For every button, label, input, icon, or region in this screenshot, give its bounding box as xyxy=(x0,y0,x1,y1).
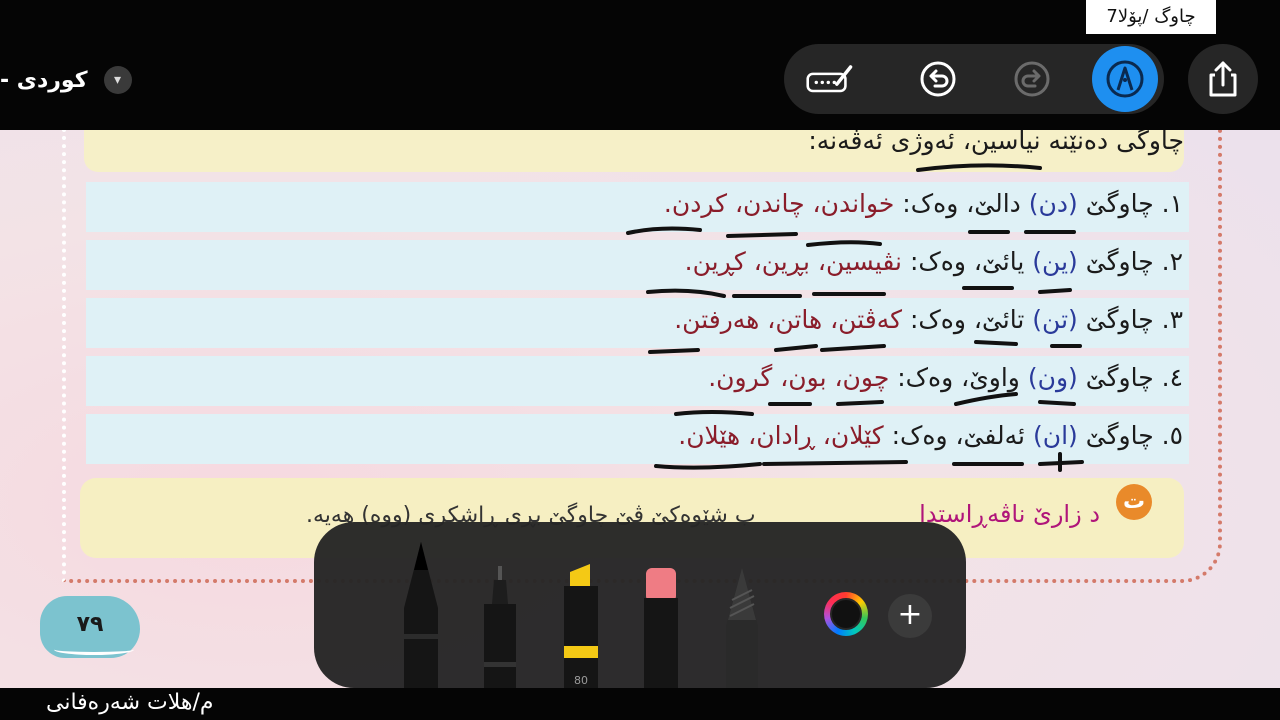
markup-button[interactable] xyxy=(806,55,854,103)
rule-prefix: چاوگێ xyxy=(1085,305,1154,334)
color-picker-button[interactable] xyxy=(824,592,868,636)
rule-suffix-open: ( xyxy=(1068,305,1078,334)
markup-icon xyxy=(806,65,853,93)
rule-suffix: تن xyxy=(1042,305,1069,334)
rule-suffix: ان xyxy=(1042,421,1069,450)
rule-examples: چون، بون، گرون. xyxy=(708,363,890,392)
rule-number: ٥. xyxy=(1161,421,1183,450)
pen-tool[interactable] xyxy=(398,538,444,688)
note-title: د زارێ ناڤەڕاستدا xyxy=(919,500,1100,528)
rule-row-2: ٢. چاوگێ (ین) یائێ، وەک: نڤیسین، بڕین، ک… xyxy=(86,240,1189,290)
author-caption: م/هلات شەرەفانی xyxy=(46,690,214,715)
rule-letter: یائێ، وەک: xyxy=(909,247,1025,276)
share-icon xyxy=(1209,61,1237,97)
rule-suffix: ون xyxy=(1037,363,1069,392)
fineliner-tool[interactable] xyxy=(480,566,520,688)
rule-suffix-close: ) xyxy=(1028,189,1039,218)
rule-letter: دالێ، وەک: xyxy=(902,189,1021,218)
add-tool-button[interactable]: + xyxy=(888,594,932,638)
rule-row-4: ٤. چاوگێ (ون) واوێ، وەک: چون، بون، گرون. xyxy=(86,356,1189,406)
rule-row-3: ٣. چاوگێ (تن) تائێ، وەک: کەڤتن، هاتن، هە… xyxy=(86,298,1189,348)
eraser-tool[interactable] xyxy=(640,568,682,688)
undo-icon xyxy=(920,61,956,97)
rule-suffix: ین xyxy=(1042,247,1069,276)
rule-row-1: ١. چاوگێ (دن) دالێ، وەک: خواندن، چاندن، … xyxy=(86,182,1189,232)
rule-prefix: چاوگێ xyxy=(1085,363,1154,392)
highlighter-tool[interactable]: 80 xyxy=(560,564,602,688)
rule-prefix: چاوگێ xyxy=(1085,189,1154,218)
marker-size-label: 80 xyxy=(574,674,588,687)
rule-examples: خواندن، چاندن، کردن. xyxy=(663,189,895,218)
language-label: کوردی - xyxy=(0,67,88,93)
rule-suffix-close: ) xyxy=(1032,421,1043,450)
pen-active-icon xyxy=(1106,60,1144,98)
rule-prefix: چاوگێ xyxy=(1085,421,1154,450)
rule-examples: کێلان، ڕادان، هێلان. xyxy=(678,421,884,450)
share-button[interactable] xyxy=(1188,44,1258,114)
rule-letter: تائێ، وەک: xyxy=(909,305,1025,334)
language-selector[interactable]: کوردی - ▾ xyxy=(0,60,132,100)
rule-suffix: دن xyxy=(1038,189,1069,218)
rule-row-5: ٥. چاوگێ (ان) ئەلفێ، وەک: کێلان، ڕادان، … xyxy=(86,414,1189,464)
rule-number: ٤. xyxy=(1161,363,1183,392)
rule-suffix-close: ) xyxy=(1027,363,1038,392)
rule-suffix-close: ) xyxy=(1032,247,1043,276)
rule-examples: کەڤتن، هاتن، هەرفتن. xyxy=(674,305,903,334)
rule-number: ٢. xyxy=(1161,247,1183,276)
wave-decoration xyxy=(54,644,134,655)
document-title: چاوگ /پۆلا7 xyxy=(1086,0,1216,34)
chevron-down-icon[interactable]: ▾ xyxy=(103,66,132,94)
rule-letter: واوێ، وەک: xyxy=(897,363,1020,392)
note-badge: ت xyxy=(1116,484,1152,520)
rule-suffix-open: ( xyxy=(1068,189,1078,218)
page-number-badge: ٧٩ xyxy=(40,596,140,658)
page-number: ٧٩ xyxy=(76,612,104,637)
rule-number: ٣. xyxy=(1161,305,1183,334)
rule-suffix-open: ( xyxy=(1068,363,1078,392)
rule-number: ١. xyxy=(1161,189,1183,218)
pen-tool-button[interactable] xyxy=(1092,46,1158,112)
rule-suffix-open: ( xyxy=(1068,247,1078,276)
rule-suffix-close: ) xyxy=(1032,305,1043,334)
redo-button[interactable] xyxy=(1008,55,1056,103)
color-picker-inner xyxy=(830,598,862,630)
rule-suffix-open: ( xyxy=(1068,421,1078,450)
rule-letter: ئەلفێ، وەک: xyxy=(891,421,1026,450)
undo-button[interactable] xyxy=(914,55,962,103)
markup-toolbar xyxy=(784,44,1164,114)
rule-prefix: چاوگێ xyxy=(1085,247,1154,276)
rule-examples: نڤیسین، بڕین، کڕین. xyxy=(684,247,903,276)
intro-text: چاوگی دەنێنە نیاسین، ئەوژی ئەڤەنە: xyxy=(808,126,1184,155)
pen-tray: 80 xyxy=(314,522,966,688)
redo-icon xyxy=(1014,61,1050,97)
pencil-tool[interactable] xyxy=(720,568,764,688)
